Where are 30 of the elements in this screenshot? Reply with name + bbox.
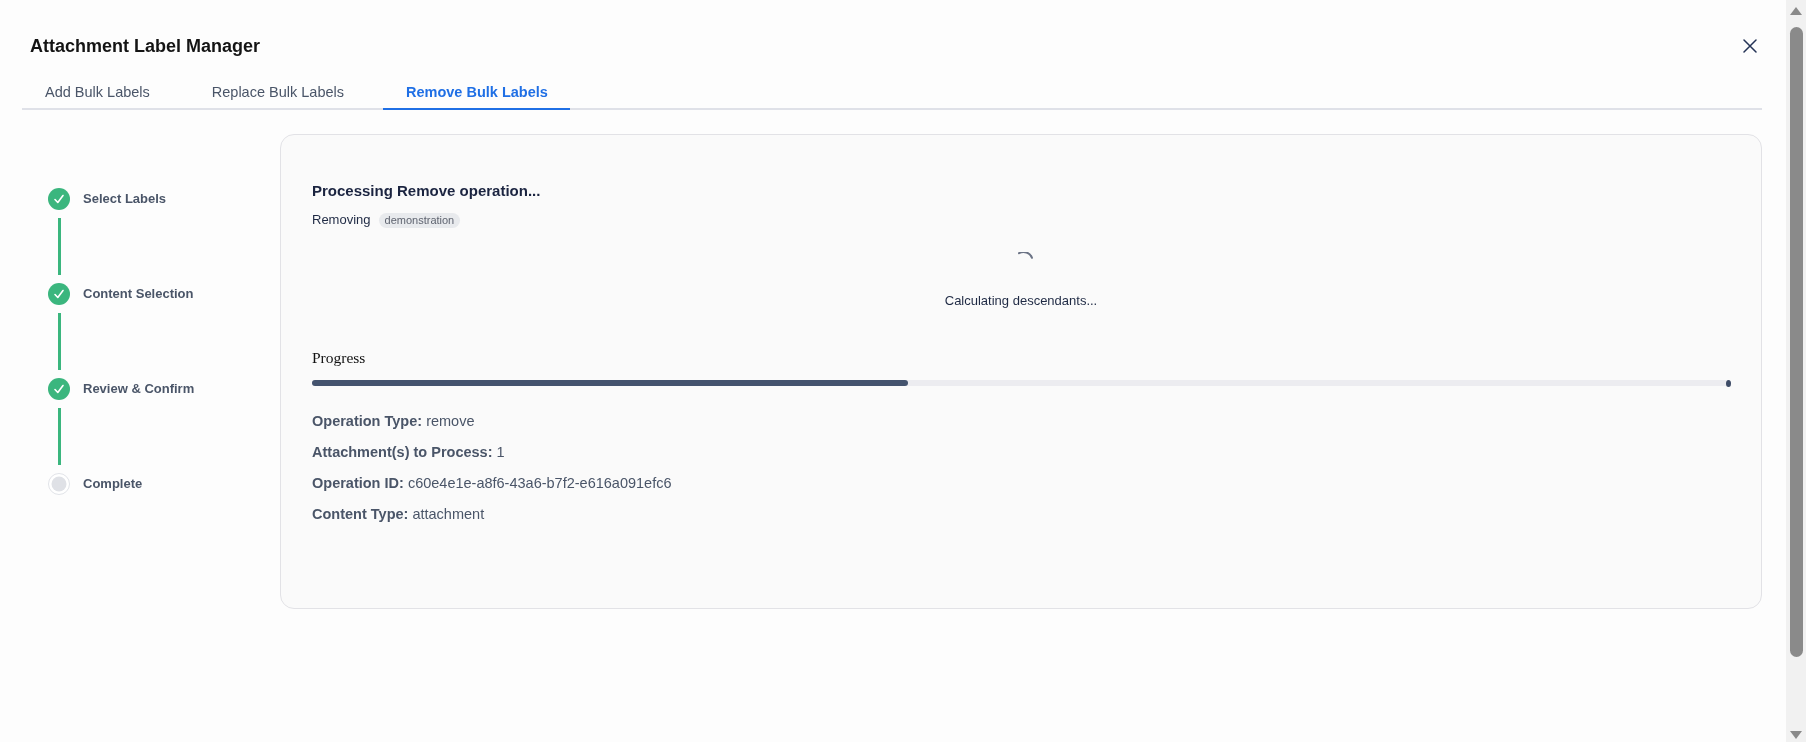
detail-value: attachment [412,506,485,522]
down-arrow-icon[interactable] [1790,731,1802,739]
step-connector [58,408,61,465]
tab[interactable]: Replace Bulk Labels [188,72,366,110]
scrollbar-thumb[interactable] [1790,27,1803,657]
step-label: Review & Confirm [83,380,195,398]
tab[interactable]: Remove Bulk Labels [383,72,570,110]
detail-label: Content Type: [312,506,409,522]
detail-label: Operation ID: [312,475,404,491]
detail-label: Attachment(s) to Process: [312,444,493,460]
detail-label: Operation Type: [312,413,423,429]
step-label: Content Selection [83,285,194,303]
action-text: Removing [312,211,371,229]
detail-value: remove [426,413,475,429]
detail-value: c60e4e1e-a8f6-43a6-b7f2-e616a091efc6 [407,475,672,491]
end-dot-icon [1726,379,1731,387]
status-text: Calculating descendants... [944,293,1098,308]
spinner-icon [1017,252,1033,259]
detail-value: 1 [496,444,505,460]
step-label: Select Labels [83,190,167,208]
progress-label: Progress [312,348,367,368]
tab[interactable]: Add Bulk Labels [22,72,172,110]
operation-heading: Processing Remove operation... [312,181,542,201]
step-connector [58,313,61,370]
up-arrow-icon[interactable] [1790,7,1802,15]
dialog-title: Attachment Label Manager [30,35,261,58]
close-icon[interactable] [1743,39,1757,53]
step-label: Complete [83,475,143,493]
label-chip: demonstration [378,212,461,228]
step-connector [58,218,61,275]
